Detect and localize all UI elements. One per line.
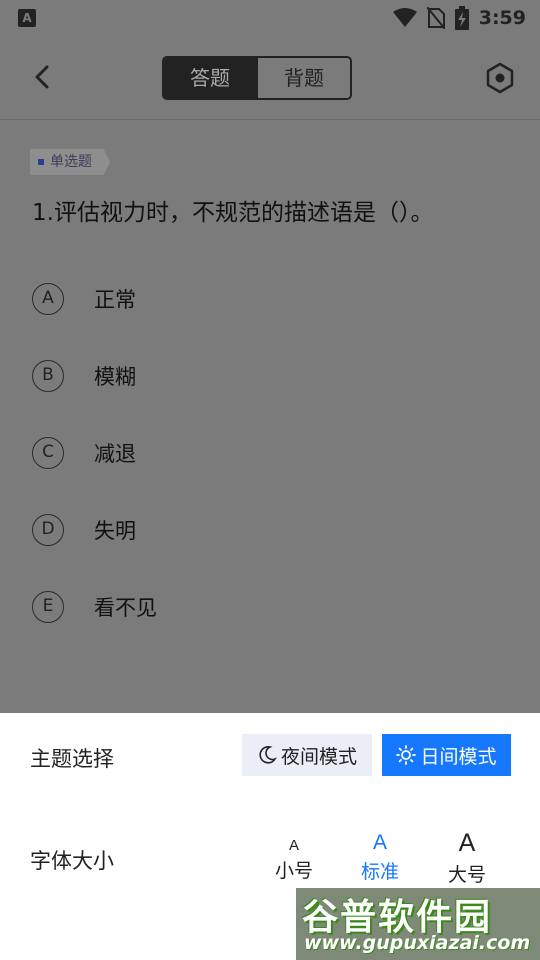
- chevron-left-icon[interactable]: [28, 62, 58, 92]
- night-mode-label: 夜间模式: [280, 745, 357, 768]
- option-letter: A: [32, 283, 64, 315]
- option-letter: D: [32, 514, 64, 546]
- option-letter: E: [32, 591, 64, 623]
- option-text: 减退: [94, 442, 136, 466]
- question-text: 1.评估视力时，不规范的描述语是（）。: [32, 200, 434, 226]
- option-a[interactable]: A 正常: [32, 279, 512, 319]
- font-size-large[interactable]: A 大号: [437, 829, 497, 887]
- font-size-large-glyph: A: [458, 829, 476, 857]
- top-bar: 答题 背题: [0, 36, 540, 120]
- notification-icon: A: [18, 9, 36, 27]
- font-size-standard-glyph: A: [372, 831, 387, 854]
- night-mode-button[interactable]: 夜间模式: [242, 734, 372, 776]
- question-type-label: 单选题: [50, 154, 92, 170]
- option-text: 看不见: [94, 596, 157, 620]
- font-size-standard-label: 标准: [360, 861, 399, 883]
- font-size-small[interactable]: A 小号: [264, 829, 324, 883]
- battery-charging-icon: [454, 6, 469, 30]
- status-time: 3:59: [478, 7, 526, 29]
- day-mode-label: 日间模式: [420, 745, 497, 768]
- font-size-small-glyph: A: [288, 837, 299, 854]
- tab-answer[interactable]: 答题: [164, 58, 256, 98]
- option-d[interactable]: D 失明: [32, 510, 512, 550]
- font-size-large-label: 大号: [447, 864, 486, 886]
- question-area: 单选题 1.评估视力时，不规范的描述语是（）。 A 正常 B 模糊 C 减退 D…: [0, 121, 540, 713]
- no-sim-icon: [426, 7, 445, 29]
- day-mode-button[interactable]: 日间模式: [382, 734, 511, 776]
- status-icons: 3:59: [392, 6, 526, 30]
- status-bar: A 3:59: [0, 0, 540, 36]
- font-size-small-label: 小号: [274, 860, 313, 882]
- option-e[interactable]: E 看不见: [32, 587, 512, 627]
- option-text: 正常: [94, 288, 136, 312]
- option-text: 失明: [94, 519, 136, 543]
- option-letter: C: [32, 437, 64, 469]
- badge-square-icon: [38, 159, 44, 165]
- sun-icon: [396, 745, 417, 765]
- tab-memorize[interactable]: 背题: [256, 58, 350, 98]
- hexagon-settings-icon[interactable]: [484, 62, 516, 94]
- question-type-badge: 单选题: [30, 149, 110, 175]
- theme-label: 主题选择: [30, 747, 114, 771]
- option-b[interactable]: B 模糊: [32, 356, 512, 396]
- wifi-icon: [392, 8, 417, 27]
- moon-icon: [259, 746, 277, 764]
- font-size-standard[interactable]: A 标准: [350, 829, 410, 884]
- option-c[interactable]: C 减退: [32, 433, 512, 473]
- mode-segmented-control: 答题 背题: [162, 56, 352, 100]
- watermark: 谷普软件园 www.gupuxiazai.com: [296, 888, 540, 960]
- font-size-label: 字体大小: [30, 849, 114, 873]
- option-text: 模糊: [94, 365, 136, 389]
- watermark-url: www.gupuxiazai.com: [304, 932, 531, 954]
- option-letter: B: [32, 360, 64, 392]
